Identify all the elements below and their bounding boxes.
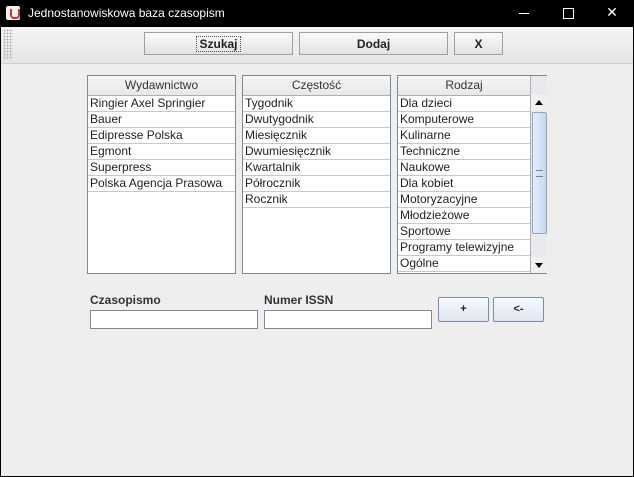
- list-item[interactable]: Egmont: [88, 144, 235, 160]
- publisher-list: Wydawnictwo Ringier Axel Springier Bauer…: [87, 75, 236, 274]
- list-item[interactable]: Dla dzieci: [398, 96, 530, 112]
- list-item[interactable]: Polska Agencja Prasowa: [88, 176, 235, 192]
- search-button-label: Szukaj: [196, 36, 241, 52]
- list-item[interactable]: Bauer: [88, 112, 235, 128]
- type-list: Rodzaj Dla dzieci Komputerowe Kulinarne …: [397, 75, 547, 274]
- list-item[interactable]: Techniczne: [398, 144, 530, 160]
- list-item[interactable]: Ogólne: [398, 256, 530, 272]
- list-item[interactable]: Kulinarne: [398, 128, 530, 144]
- scroll-up-icon[interactable]: [531, 95, 547, 111]
- list-item[interactable]: Dwutygodnik: [243, 112, 390, 128]
- list-item[interactable]: Sportowe: [398, 224, 530, 240]
- list-item[interactable]: Dla kobiet: [398, 176, 530, 192]
- list-item[interactable]: Kwartalnik: [243, 160, 390, 176]
- toolbar: Szukaj Dodaj X: [1, 27, 633, 64]
- type-list-scrollbar[interactable]: [530, 76, 547, 273]
- magazine-label: Czasopismo: [90, 293, 161, 307]
- close-window-icon[interactable]: ✕: [590, 0, 634, 27]
- publisher-list-header[interactable]: Wydawnictwo: [88, 76, 235, 96]
- issn-field[interactable]: [264, 310, 432, 329]
- list-item[interactable]: Dwumiesięcznik: [243, 144, 390, 160]
- list-item[interactable]: Superpress: [88, 160, 235, 176]
- publisher-rows: Ringier Axel Springier Bauer Edipresse P…: [88, 96, 235, 192]
- list-item[interactable]: Naukowe: [398, 160, 530, 176]
- frequency-rows: Tygodnik Dwutygodnik Miesięcznik Dwumies…: [243, 96, 390, 208]
- close-button[interactable]: X: [454, 32, 503, 55]
- list-item[interactable]: Komputerowe: [398, 112, 530, 128]
- type-rows: Dla dzieci Komputerowe Kulinarne Technic…: [398, 96, 530, 272]
- list-item[interactable]: Motoryzacyjne: [398, 192, 530, 208]
- minimize-icon[interactable]: [502, 0, 546, 27]
- frequency-list-header[interactable]: Częstość: [243, 76, 390, 96]
- list-item[interactable]: Młodzieżowe: [398, 208, 530, 224]
- list-item[interactable]: Półrocznik: [243, 176, 390, 192]
- scroll-down-icon[interactable]: [531, 257, 547, 273]
- list-item[interactable]: Tygodnik: [243, 96, 390, 112]
- scrollbar-thumb[interactable]: [532, 112, 547, 234]
- search-button[interactable]: Szukaj: [144, 32, 293, 55]
- add-button[interactable]: Dodaj: [299, 32, 448, 55]
- magazine-field[interactable]: [90, 310, 258, 329]
- frequency-list: Częstość Tygodnik Dwutygodnik Miesięczni…: [242, 75, 391, 274]
- type-list-header[interactable]: Rodzaj: [398, 76, 530, 96]
- list-item[interactable]: Ringier Axel Springier: [88, 96, 235, 112]
- back-button[interactable]: <-: [493, 297, 544, 322]
- list-item[interactable]: Programy telewizyjne: [398, 240, 530, 256]
- main-panel: Szukaj Dodaj X Wydawnictwo Ringier Axel …: [1, 27, 633, 476]
- list-item[interactable]: Edipresse Polska: [88, 128, 235, 144]
- issn-label: Numer ISSN: [264, 293, 334, 307]
- java-app-icon: [6, 6, 20, 20]
- window-title: Jednostanowiskowa baza czasopism: [28, 6, 225, 20]
- title-bar: Jednostanowiskowa baza czasopism ✕: [0, 0, 634, 27]
- list-item[interactable]: Miesięcznik: [243, 128, 390, 144]
- add-entry-button[interactable]: +: [438, 297, 489, 322]
- list-item[interactable]: Rocznik: [243, 192, 390, 208]
- toolbar-grip-icon[interactable]: [3, 29, 13, 60]
- maximize-icon[interactable]: [546, 0, 590, 27]
